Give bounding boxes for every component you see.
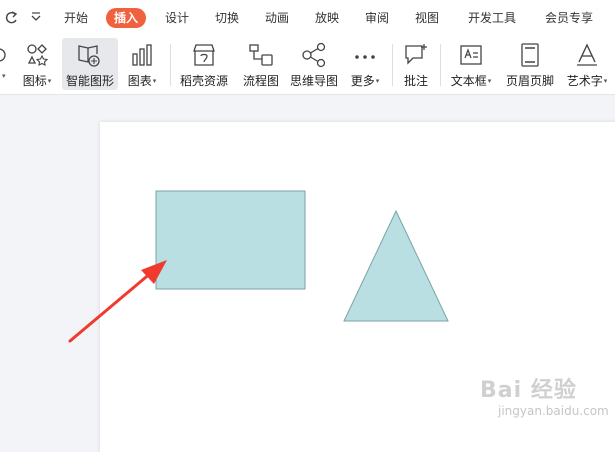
watermark-url: jingyan.baidu.com bbox=[498, 404, 609, 418]
watermark: Bai 经验 jingyan.baidu.com bbox=[480, 372, 610, 432]
rectangle-shape[interactable] bbox=[155, 190, 306, 290]
watermark-brand: Bai 经验 bbox=[480, 378, 577, 403]
triangle-shape[interactable] bbox=[343, 209, 449, 322]
red-arrow-annotation bbox=[68, 260, 167, 343]
